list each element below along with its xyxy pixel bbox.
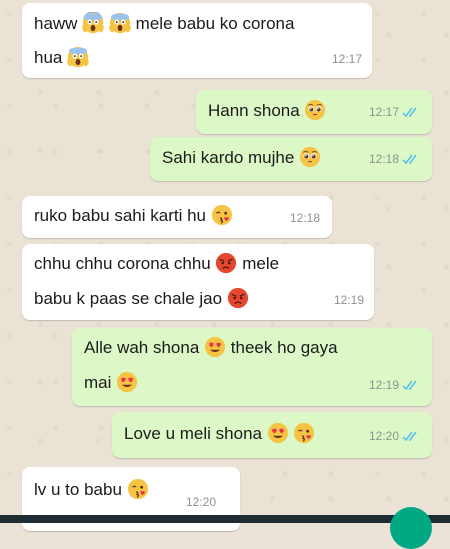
message-timestamp: 12:20: [186, 495, 217, 509]
pleading-face-icon: [304, 99, 326, 121]
message-text: lv u to babu: [34, 480, 122, 499]
face-screaming-icon: [67, 46, 89, 68]
message-text: Alle wah shona: [84, 338, 200, 357]
message-timestamp: 12:19: [368, 378, 399, 392]
message-timestamp: 12:17: [331, 52, 362, 66]
message-text: hua: [34, 48, 63, 67]
message-text: ruko babu sahi karti hu: [34, 206, 206, 225]
message-timestamp: 12:19: [333, 293, 364, 307]
pouting-face-icon: [227, 287, 249, 309]
bottom-bar: [0, 515, 450, 523]
message-text: Love u meli shona: [124, 424, 262, 443]
message-text: Sahi kardo mujhe: [162, 148, 295, 167]
double-check-icon: [402, 154, 417, 164]
face-blowing-kiss-icon: [211, 204, 233, 226]
face-blowing-kiss-icon: [127, 478, 149, 500]
message-timestamp: 12:17: [368, 105, 399, 119]
double-check-icon: [402, 431, 417, 441]
message-text: babu k paas se chale jao: [34, 289, 223, 308]
message-bubble-incoming[interactable]: ruko babu sahi karti hu 12:18: [22, 196, 332, 238]
heart-eyes-face-icon: [204, 336, 226, 358]
heart-eyes-face-icon: [116, 371, 138, 393]
message-text: haww: [34, 14, 78, 33]
face-screaming-icon: [82, 12, 104, 34]
message-bubble-outgoing[interactable]: Hann shona 12:17: [196, 90, 432, 134]
message-timestamp: 12:18: [289, 211, 320, 225]
message-text: mele babu ko corona: [135, 14, 295, 33]
message-bubble-incoming[interactable]: haww mele babu ko corona hua 12:17: [22, 3, 372, 78]
action-button[interactable]: [390, 507, 432, 549]
double-check-icon: [402, 107, 417, 117]
pouting-face-icon: [215, 252, 237, 274]
message-bubble-outgoing[interactable]: Love u meli shona 12:20: [112, 412, 432, 458]
message-text: theek ho gaya: [230, 338, 338, 357]
message-text: chhu chhu corona chhu: [34, 254, 211, 273]
message-text: mele: [242, 254, 280, 273]
message-bubble-outgoing[interactable]: Sahi kardo mujhe 12:18: [150, 137, 432, 181]
pleading-face-icon: [299, 146, 321, 168]
message-bubble-outgoing[interactable]: Alle wah shona theek ho gaya mai 12:19: [72, 328, 432, 406]
message-text: mai: [84, 373, 112, 392]
message-text: Hann shona: [208, 101, 300, 120]
face-screaming-icon: [109, 12, 131, 34]
double-check-icon: [402, 380, 417, 390]
message-bubble-incoming[interactable]: chhu chhu corona chhu mele babu k paas s…: [22, 244, 374, 320]
message-timestamp: 12:20: [368, 429, 399, 443]
chat-area[interactable]: haww mele babu ko corona hua 12:17 Hann …: [0, 0, 450, 549]
message-timestamp: 12:18: [368, 152, 399, 166]
face-blowing-kiss-icon: [293, 422, 315, 444]
heart-eyes-face-icon: [267, 422, 289, 444]
